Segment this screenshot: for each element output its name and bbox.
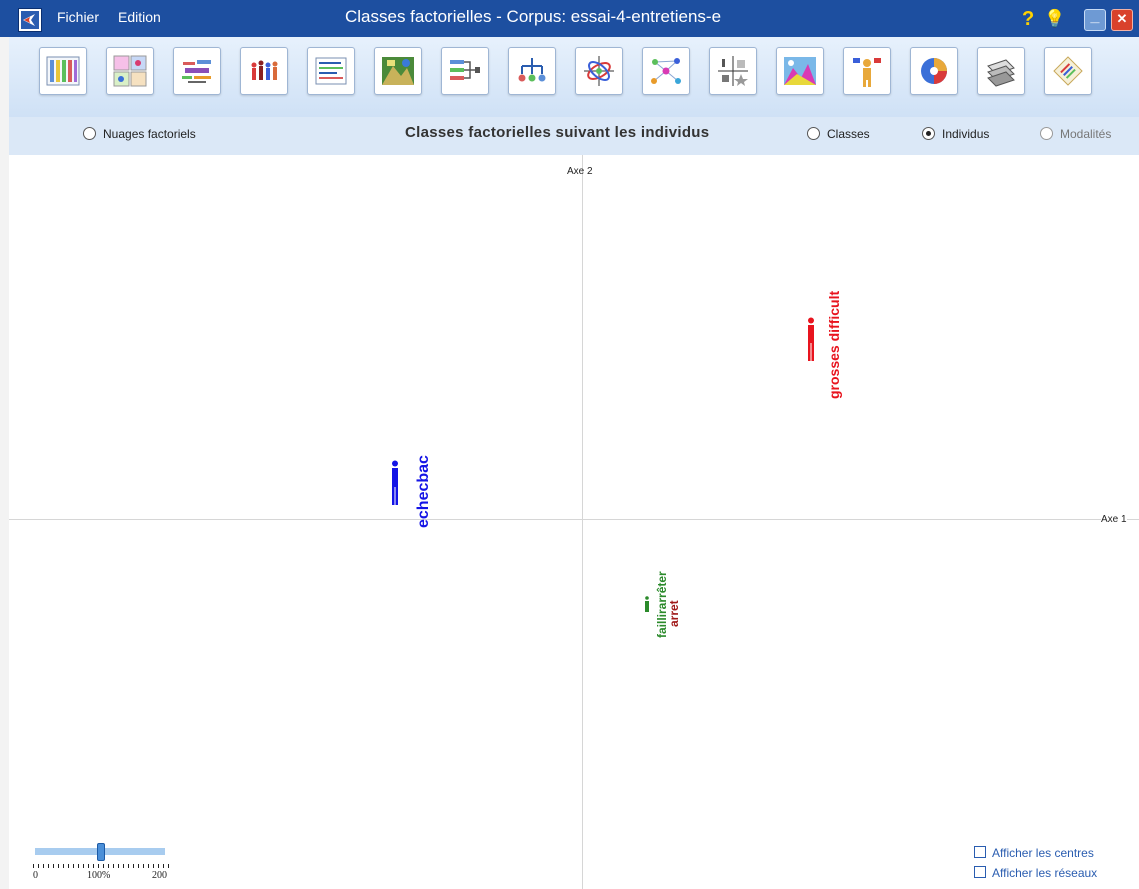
zoom-ticks [33,864,169,868]
radio-modalites: Modalités [1040,127,1111,141]
radio-individus-label: Individus [942,127,990,141]
display-options-bar: Nuages factoriels Classes factorielles s… [9,117,1139,156]
close-button[interactable]: ✕ [1111,9,1133,31]
flow-diagram-tool-button[interactable] [441,47,489,95]
menu-fichier[interactable]: Fichier [57,9,99,25]
person-marker-echecbac[interactable] [390,460,400,506]
map-image-icon [382,57,414,85]
radio-classes-label: Classes [827,127,870,141]
checkbox-box [974,846,986,858]
landscape-icon [784,57,816,85]
person-marker-faillirarreter[interactable] [643,596,651,612]
quadrant-icon [718,56,748,86]
checkbox-afficher-reseaux[interactable]: Afficher les réseaux [974,866,1097,880]
cards-tool-button[interactable] [977,47,1025,95]
radial-chart-icon [921,58,947,84]
tree-tool-button[interactable] [508,47,556,95]
radio-modalites-label: Modalités [1060,127,1112,141]
map-image-tool-button[interactable] [374,47,422,95]
panels-icon [113,55,147,87]
palette-icon [1053,56,1083,86]
minimize-button[interactable]: _ [1084,8,1106,31]
help-icon[interactable]: ? [1022,8,1034,31]
checkbox-reseaux-label: Afficher les réseaux [992,866,1098,880]
title-bar: Fichier Edition Classes factorielles - C… [0,0,1139,37]
checkbox-afficher-centres[interactable]: Afficher les centres [974,846,1094,860]
zoom-max-label: 200 [152,870,167,881]
app-logo-icon[interactable] [18,8,42,32]
word-cloud-tool-button[interactable] [173,47,221,95]
point-label-grosses-difficult: grosses difficult [826,290,842,399]
person-flags-icon [853,58,881,87]
network-tool-button[interactable] [642,47,690,95]
cards-icon [987,59,1015,87]
toolbar [9,37,1139,118]
landscape-tool-button[interactable] [776,47,824,95]
factorial-axes-tool-button[interactable] [575,47,623,95]
radial-chart-tool-button[interactable] [910,47,958,95]
radio-classes[interactable]: Classes [807,127,870,141]
zoom-slider[interactable]: 0 100% 200 [33,842,173,882]
table-tool-button[interactable] [39,47,87,95]
menu-edition[interactable]: Edition [118,9,161,25]
factorial-plot[interactable]: Axe 2 Axe 1 echecbac grosses difficult f… [9,155,1139,889]
radio-dot [807,127,820,140]
factorial-axes-icon [584,56,614,86]
axis-2-label: Axe 2 [567,166,593,177]
people-icon [251,60,278,80]
panels-tool-button[interactable] [106,47,154,95]
network-icon [651,58,681,84]
person-marker-grosses-difficult[interactable] [806,317,816,361]
axis-2-line [582,155,583,889]
window-title: Classes factorielles - Corpus: essai-4-e… [345,7,722,26]
point-label-echecbac: echecbac [415,455,432,528]
text-lines-icon [315,57,347,85]
table-icon [46,56,80,86]
tree-icon [518,58,546,82]
zoom-min-label: 0 [33,870,38,881]
tip-bulb-icon[interactable]: 💡 [1044,9,1065,29]
close-icon: ✕ [1116,11,1128,26]
radio-dot-selected [922,127,935,140]
zoom-thumb[interactable] [97,843,105,861]
person-flags-tool-button[interactable] [843,47,891,95]
axis-1-line [9,519,1139,520]
zoom-value-label: 100% [87,870,111,881]
flow-diagram-icon [450,60,480,80]
text-lines-tool-button[interactable] [307,47,355,95]
radio-individus[interactable]: Individus [922,127,989,141]
word-cloud-icon [182,60,211,83]
palette-tool-button[interactable] [1044,47,1092,95]
quadrant-tool-button[interactable] [709,47,757,95]
checkbox-box [974,866,986,878]
radio-dot [1040,127,1053,140]
view-heading: Classes factorielles suivant les individ… [405,124,710,141]
minimize-icon: _ [1090,8,1100,25]
point-label-arret: arret [667,600,681,627]
radio-dot [83,127,96,140]
radio-nuages-factoriels[interactable]: Nuages factoriels [83,127,196,141]
checkbox-centres-label: Afficher les centres [992,846,1094,860]
axis-1-label: Axe 1 [1101,514,1127,525]
radio-nuages-label: Nuages factoriels [103,127,196,141]
people-tool-button[interactable] [240,47,288,95]
